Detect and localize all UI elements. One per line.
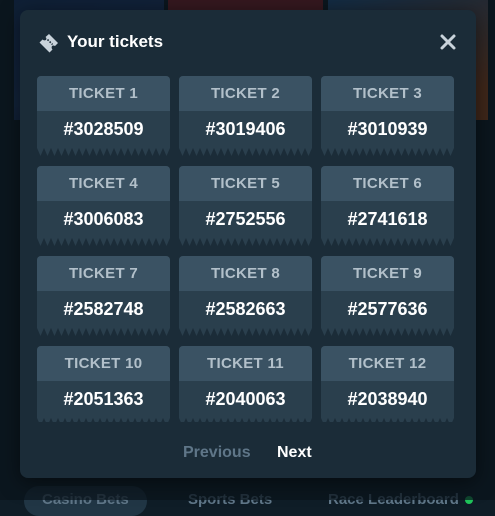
ticket-perforated-edge [37, 418, 170, 422]
ticket-header: TICKET 6 [321, 166, 454, 201]
ticket-card[interactable]: TICKET 12 #2038940 [321, 346, 454, 422]
ticket-number: #2582663 [205, 298, 286, 319]
pagination: Previous Next [20, 434, 476, 474]
ticket-card[interactable]: TICKET 4 #3006083 [37, 166, 170, 246]
ticket-perforated-edge [37, 328, 170, 336]
ticket-card[interactable]: TICKET 7 #2582748 [37, 256, 170, 336]
ticket-card[interactable]: TICKET 5 #2752556 [179, 166, 312, 246]
ticket-number: #2741618 [347, 208, 428, 229]
ticket-header: TICKET 4 [37, 166, 170, 201]
ticket-number: #3010939 [347, 118, 428, 139]
ticket-card[interactable]: TICKET 8 #2582663 [179, 256, 312, 336]
ticket-number: #3019406 [205, 118, 286, 139]
ticket-perforated-edge [321, 238, 454, 246]
ticket-number: #3006083 [63, 208, 144, 229]
ticket-number: #3028509 [63, 118, 144, 139]
ticket-number: #2040063 [205, 388, 286, 409]
ticket-card[interactable]: TICKET 11 #2040063 [179, 346, 312, 422]
ticket-perforated-edge [179, 418, 312, 422]
ticket-header: TICKET 3 [321, 76, 454, 111]
ticket-header: TICKET 1 [37, 76, 170, 111]
ticket-perforated-edge [179, 328, 312, 336]
close-icon[interactable] [438, 32, 458, 52]
ticket-label: TICKET 7 [68, 265, 139, 282]
ticket-number: #2752556 [205, 208, 286, 229]
ticket-label: TICKET 10 [64, 355, 143, 372]
ticket-label: TICKET 8 [210, 265, 281, 282]
ticket-perforated-edge [37, 148, 170, 156]
ticket-header: TICKET 2 [179, 76, 312, 111]
ticket-perforated-edge [321, 148, 454, 156]
tickets-modal: Your tickets TICKET 1 #3028509 TICKET 2 #30… [20, 10, 476, 478]
ticket-card[interactable]: TICKET 2 #3019406 [179, 76, 312, 156]
ticket-perforated-edge [321, 418, 454, 422]
ticket-label: TICKET 6 [352, 175, 423, 192]
ticket-card[interactable]: TICKET 3 #3010939 [321, 76, 454, 156]
ticket-number: #2038940 [347, 388, 428, 409]
ticket-header: TICKET 5 [179, 166, 312, 201]
ticket-perforated-edge [179, 148, 312, 156]
ticket-label: TICKET 9 [352, 265, 423, 282]
ticket-label: TICKET 1 [68, 85, 139, 102]
ticket-card[interactable]: TICKET 9 #2577636 [321, 256, 454, 336]
ticket-number: #2051363 [63, 388, 144, 409]
ticket-header: TICKET 12 [321, 346, 454, 381]
ticket-card[interactable]: TICKET 1 #3028509 [37, 76, 170, 156]
ticket-label: TICKET 5 [210, 175, 281, 192]
ticket-label: TICKET 12 [348, 355, 427, 372]
ticket-header: TICKET 11 [179, 346, 312, 381]
ticket-perforated-edge [179, 238, 312, 246]
ticket-header: TICKET 9 [321, 256, 454, 291]
ticket-number: #2577636 [347, 298, 428, 319]
previous-button[interactable]: Previous [183, 444, 251, 462]
ticket-header: TICKET 10 [37, 346, 170, 381]
ticket-grid: TICKET 1 #3028509 TICKET 2 #3019406 TICKET 3… [37, 76, 458, 422]
ticket-icon [39, 34, 58, 53]
ticket-card[interactable]: TICKET 6 #2741618 [321, 166, 454, 246]
ticket-label: TICKET 11 [207, 355, 284, 372]
next-button[interactable]: Next [277, 444, 312, 462]
modal-title: Your tickets [67, 32, 164, 51]
ticket-number: #2582748 [63, 298, 144, 319]
modal-header: Your tickets [20, 10, 476, 74]
ticket-header: TICKET 8 [179, 256, 312, 291]
ticket-perforated-edge [37, 238, 170, 246]
ticket-perforated-edge [321, 328, 454, 336]
ticket-label: TICKET 2 [210, 85, 281, 102]
ticket-header: TICKET 7 [37, 256, 170, 291]
ticket-card[interactable]: TICKET 10 #2051363 [37, 346, 170, 422]
ticket-label: TICKET 3 [352, 85, 423, 102]
ticket-label: TICKET 4 [68, 175, 139, 192]
